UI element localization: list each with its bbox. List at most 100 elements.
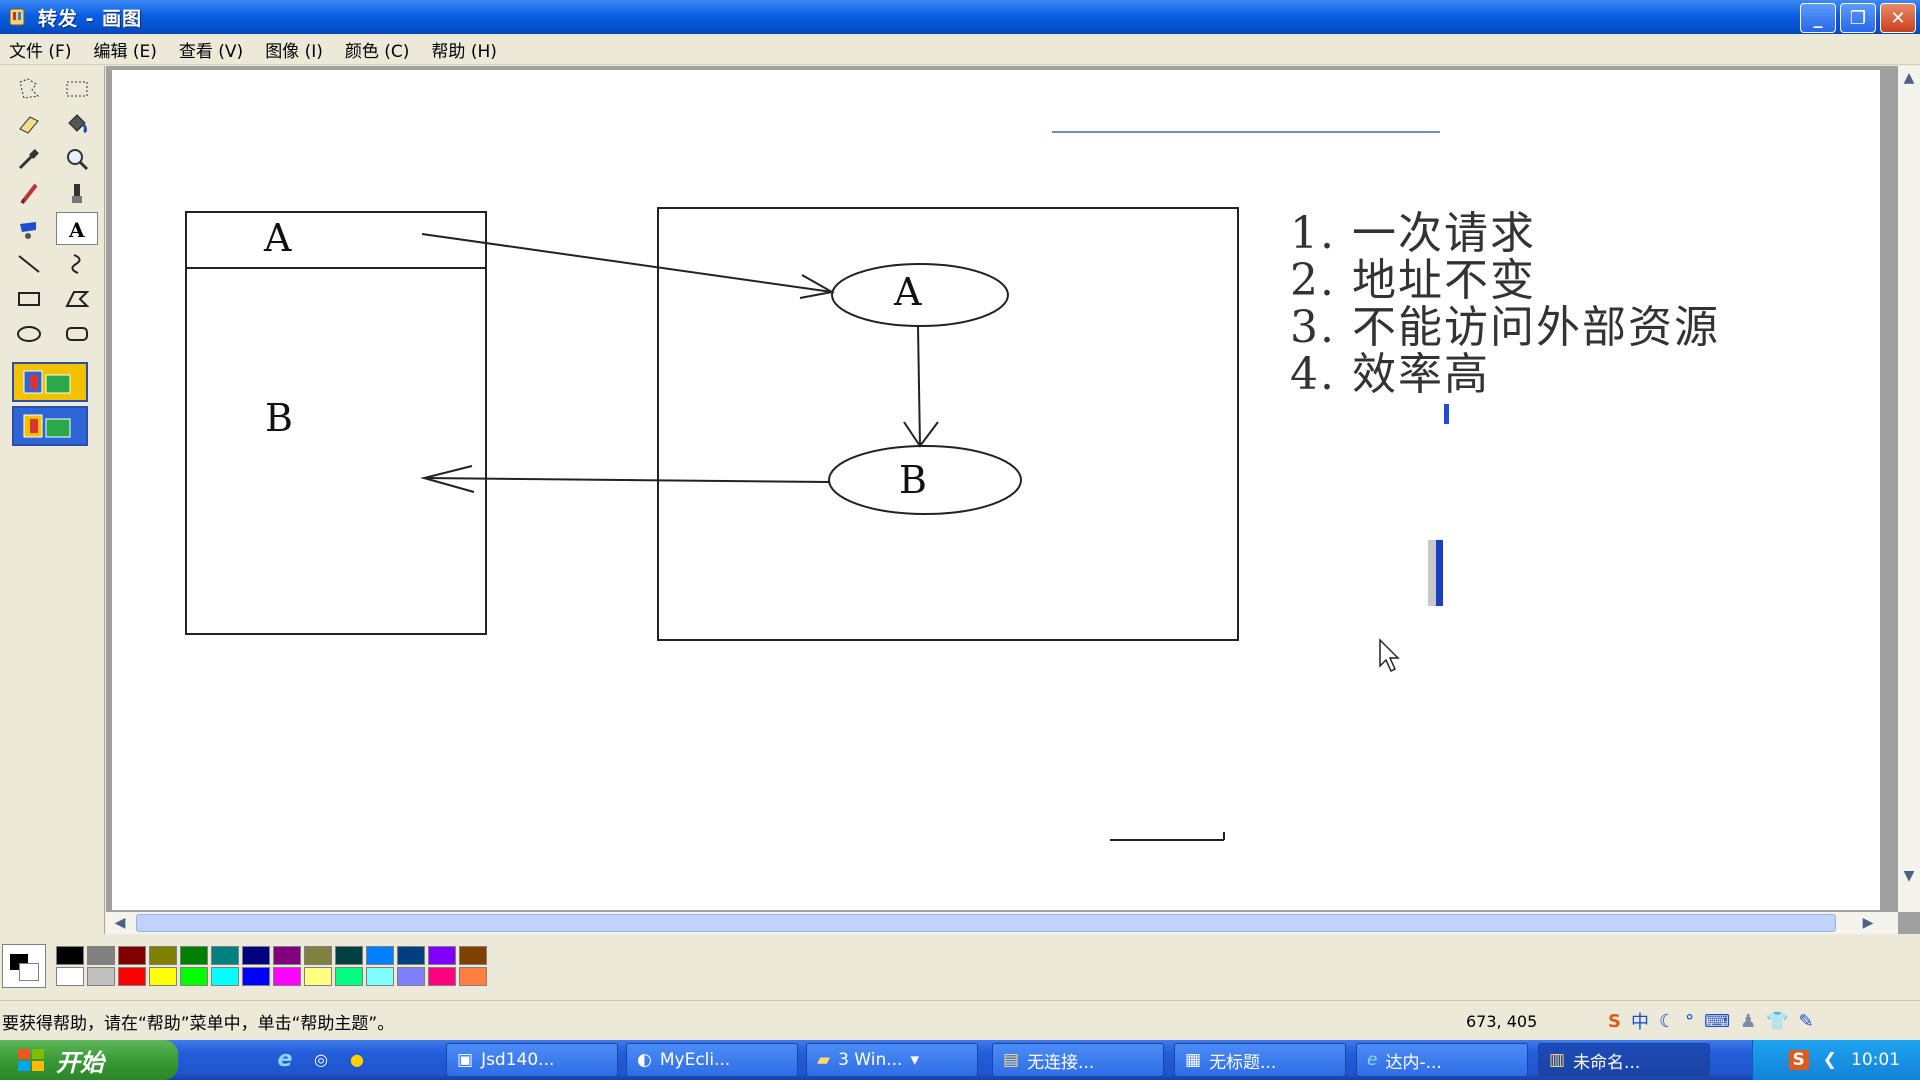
chinese-mode-icon[interactable]: 中 bbox=[1631, 1008, 1649, 1034]
magnifier-icon bbox=[67, 148, 89, 170]
scroll-left-icon[interactable]: ◀ bbox=[110, 913, 130, 933]
menu-help[interactable]: 帮助 (H) bbox=[422, 37, 509, 62]
color-swatch[interactable] bbox=[428, 967, 456, 986]
color-swatch[interactable] bbox=[180, 946, 208, 965]
color-swatch[interactable] bbox=[273, 967, 301, 986]
minimize-button[interactable]: _ bbox=[1800, 3, 1836, 33]
tool-airbrush[interactable] bbox=[8, 212, 50, 245]
task-button-3[interactable]: ▰ 3 Win... ▾ bbox=[806, 1043, 978, 1077]
window-title: 转发 - 画图 bbox=[38, 7, 143, 30]
drawing-canvas[interactable]: A B A B 1. 一次请求 2. 地址不变 3. 不能访问外部资源 4. 效… bbox=[112, 70, 1880, 910]
tool-eraser[interactable] bbox=[8, 107, 50, 140]
sogou-tray-icon[interactable]: S bbox=[1788, 1050, 1809, 1070]
color-swatch[interactable] bbox=[87, 946, 115, 965]
scroll-down-icon[interactable]: ▼ bbox=[1899, 866, 1919, 886]
tool-pick-color[interactable] bbox=[8, 142, 50, 175]
color-swatch[interactable] bbox=[304, 967, 332, 986]
tool-rectangle[interactable] bbox=[8, 282, 50, 315]
color-swatch[interactable] bbox=[397, 967, 425, 986]
color-swatch[interactable] bbox=[118, 967, 146, 986]
color-swatch[interactable] bbox=[242, 967, 270, 986]
horizontal-scrollbar[interactable]: ◀ ▶ bbox=[106, 912, 1898, 934]
menu-file[interactable]: 文件 (F) bbox=[0, 37, 84, 62]
task-button-4[interactable]: ▤ 无连接... bbox=[992, 1043, 1164, 1077]
current-colors[interactable] bbox=[2, 944, 46, 988]
tool-pencil[interactable] bbox=[8, 177, 50, 210]
tool-text[interactable]: A bbox=[56, 212, 98, 245]
list-item: 3. 不能访问外部资源 bbox=[1290, 302, 1720, 353]
tool-rounded-rect[interactable] bbox=[56, 317, 98, 350]
tool-line[interactable] bbox=[8, 247, 50, 280]
task-label: 达内-... bbox=[1385, 1052, 1442, 1073]
menu-image[interactable]: 图像 (I) bbox=[256, 37, 336, 62]
tool-polygon[interactable] bbox=[56, 282, 98, 315]
user-icon[interactable]: ♟ bbox=[1740, 1011, 1756, 1032]
tool-rect-select[interactable] bbox=[56, 72, 98, 105]
tool-option-transparent[interactable] bbox=[12, 406, 88, 446]
tool-option-opaque[interactable] bbox=[12, 362, 88, 402]
media-icon[interactable]: ● bbox=[344, 1046, 370, 1072]
close-button[interactable]: ✕ bbox=[1880, 3, 1916, 33]
task-button-5[interactable]: ▦ 无标题... bbox=[1174, 1043, 1346, 1077]
color-swatch[interactable] bbox=[87, 967, 115, 986]
tool-ellipse[interactable] bbox=[8, 317, 50, 350]
task-button-7[interactable]: ▥ 未命名... bbox=[1538, 1043, 1710, 1077]
color-swatch[interactable] bbox=[56, 967, 84, 986]
color-swatch[interactable] bbox=[273, 946, 301, 965]
scroll-right-icon[interactable]: ▶ bbox=[1858, 913, 1878, 933]
wrench-icon[interactable]: ✎ bbox=[1799, 1011, 1814, 1032]
menu-edit[interactable]: 编辑 (E) bbox=[84, 37, 169, 62]
color-swatch[interactable] bbox=[366, 967, 394, 986]
color-swatch[interactable] bbox=[397, 946, 425, 965]
task-label: 未命名... bbox=[1573, 1052, 1641, 1073]
color-swatch[interactable] bbox=[459, 946, 487, 965]
color-swatch[interactable] bbox=[180, 967, 208, 986]
punctuation-icon[interactable]: ° bbox=[1685, 1011, 1694, 1032]
horizontal-scroll-thumb[interactable] bbox=[136, 914, 1836, 932]
color-swatch[interactable] bbox=[211, 967, 239, 986]
tool-brush[interactable] bbox=[56, 177, 98, 210]
node-b-label: B bbox=[899, 458, 927, 502]
color-swatch[interactable] bbox=[149, 967, 177, 986]
tool-free-select[interactable] bbox=[8, 72, 50, 105]
scroll-up-icon[interactable]: ▲ bbox=[1899, 68, 1919, 88]
task-button-1[interactable]: ▣ Jsd140... bbox=[446, 1043, 618, 1077]
color-swatch[interactable] bbox=[335, 946, 363, 965]
list-item: 2. 地址不变 bbox=[1290, 255, 1536, 306]
color-swatch[interactable] bbox=[211, 946, 239, 965]
tool-curve[interactable] bbox=[56, 247, 98, 280]
menu-view[interactable]: 查看 (V) bbox=[170, 37, 256, 62]
restore-button[interactable]: ❐ bbox=[1840, 3, 1876, 33]
chevron-left-icon[interactable]: ❮ bbox=[1823, 1050, 1837, 1070]
color-swatch[interactable] bbox=[149, 946, 177, 965]
color-swatch[interactable] bbox=[428, 946, 456, 965]
status-coordinates: 673, 405 bbox=[1466, 1011, 1538, 1031]
system-tray: S ❮ 10:01 bbox=[1752, 1040, 1920, 1080]
tool-magnifier[interactable] bbox=[56, 142, 98, 175]
color-swatch[interactable] bbox=[459, 967, 487, 986]
moon-icon[interactable]: ☾ bbox=[1659, 1011, 1675, 1032]
task-button-2[interactable]: ◐ MyEcli... bbox=[626, 1043, 798, 1077]
color-swatch[interactable] bbox=[304, 946, 332, 965]
ie-icon[interactable]: e bbox=[272, 1046, 298, 1072]
rectangle-icon bbox=[18, 291, 40, 306]
color-swatch[interactable] bbox=[118, 946, 146, 965]
arrow-response bbox=[423, 477, 830, 483]
shirt-icon[interactable]: 👕 bbox=[1766, 1011, 1788, 1032]
menu-colors[interactable]: 颜色 (C) bbox=[336, 37, 423, 62]
color-swatch[interactable] bbox=[56, 946, 84, 965]
sogou-s-icon[interactable]: S bbox=[1608, 1011, 1621, 1032]
task-button-6[interactable]: e 达内-... bbox=[1356, 1043, 1528, 1077]
app-quick-icon[interactable]: ◎ bbox=[308, 1046, 334, 1072]
ellipse-icon bbox=[17, 325, 41, 342]
start-button[interactable]: 开始 bbox=[0, 1040, 178, 1080]
color-swatch[interactable] bbox=[366, 946, 394, 965]
vertical-scrollbar[interactable]: ▲ ▼ bbox=[1898, 66, 1920, 912]
tool-fill[interactable] bbox=[56, 107, 98, 140]
ime-toolbar[interactable]: S 中 ☾ ° ⌨ ♟ 👕 ✎ bbox=[1608, 1008, 1814, 1034]
arrow-forward bbox=[917, 325, 921, 447]
color-swatch[interactable] bbox=[242, 946, 270, 965]
color-swatch[interactable] bbox=[335, 967, 363, 986]
title-bar[interactable]: 转发 - 画图 _ ❐ ✕ bbox=[0, 0, 1920, 34]
keyboard-icon[interactable]: ⌨ bbox=[1704, 1011, 1730, 1032]
